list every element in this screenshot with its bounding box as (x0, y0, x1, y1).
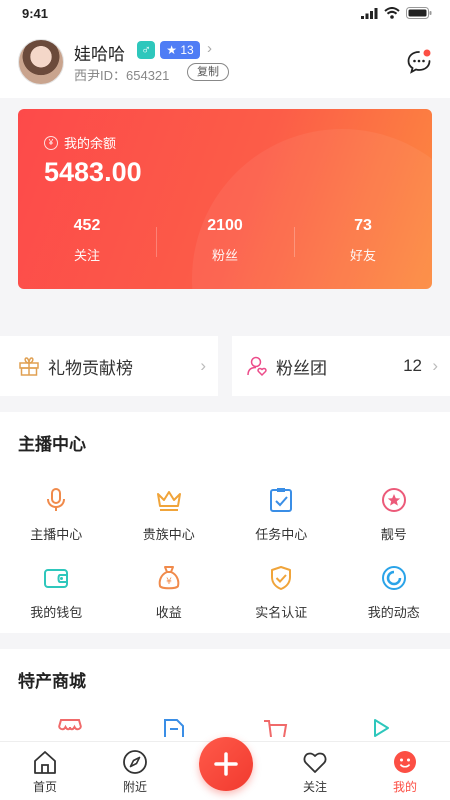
document-icon[interactable] (161, 717, 187, 737)
grid-item-task-center[interactable]: 任务中心 (225, 480, 338, 558)
grid-label: 实名认证 (255, 605, 308, 620)
tab-following-label: 关注 (302, 780, 327, 794)
grid-item-anchor-center[interactable]: 主播中心 (0, 480, 113, 558)
copy-id-button[interactable]: 复制 (187, 63, 229, 81)
stat-fans-label: 粉丝 (211, 248, 238, 263)
coin-icon: ¥ (44, 135, 58, 150)
grid-label: 我的钱包 (30, 605, 83, 620)
stat-friends-count: 73 (354, 217, 372, 234)
signal-icon (361, 7, 378, 19)
crown-icon (156, 491, 181, 511)
stat-following-count: 452 (73, 217, 101, 234)
profile-header[interactable]: 娃哈哈 ♂ ★ 13 › 西尹ID：654321 复制 (0, 26, 450, 98)
grid-item-vip-number[interactable]: 靓号 (338, 480, 450, 558)
specialty-mall-section: 特产商城 (0, 649, 450, 741)
svg-text:¥: ¥ (166, 577, 172, 587)
heart-icon (303, 752, 327, 773)
publish-button[interactable] (199, 737, 253, 791)
grid-item-earnings[interactable]: ¥ 收益 (113, 558, 226, 636)
verified-shield-icon (271, 566, 292, 590)
play-icon[interactable] (368, 717, 394, 737)
stats-row: 452 关注 2100 粉丝 73 好友 (18, 217, 432, 271)
tab-nearby[interactable]: 附近 (90, 742, 180, 800)
anchor-center-title: 主播中心 (18, 435, 86, 454)
avatar[interactable] (18, 39, 64, 85)
stat-fans[interactable]: 2100 粉丝 (156, 217, 294, 271)
grid-item-my-wallet[interactable]: 我的钱包 (0, 558, 113, 636)
balance-label: ¥ 我的余额 (44, 133, 116, 152)
grid-label: 任务中心 (255, 527, 308, 542)
grid-item-real-name-auth[interactable]: 实名认证 (225, 558, 338, 636)
fan-club-count: 12 (403, 356, 422, 375)
tab-nearby-label: 附近 (122, 780, 147, 794)
anchor-center-section: 主播中心 主播中心 贵族中心 任务中心 靓号 我的钱包 ¥ 收益 实名认证 我的… (0, 412, 450, 633)
balance-card[interactable]: ¥ 我的余额 5483.00 452 关注 2100 粉丝 73 好友 (18, 109, 432, 289)
stat-following-label: 关注 (73, 248, 100, 263)
user-id: 西尹ID：654321 (74, 68, 170, 83)
gender-male-icon: ♂ (137, 41, 155, 59)
grid-label: 收益 (155, 605, 182, 620)
status-time: 9:41 (22, 5, 49, 21)
tab-mine[interactable]: 我的 (360, 742, 450, 800)
level-badge: ★ 13 (160, 41, 200, 59)
tab-mine-label: 我的 (392, 780, 417, 794)
gift-icon (19, 357, 39, 376)
chevron-right-icon: › (432, 356, 438, 375)
balance-value: 5483.00 (44, 157, 142, 187)
nickname: 娃哈哈 (74, 45, 125, 64)
fan-club-card[interactable]: 粉丝团 12 › (232, 336, 450, 396)
wallet-icon (44, 569, 69, 588)
fan-club-icon (247, 356, 267, 377)
status-icons (361, 7, 432, 19)
grid-item-my-moments[interactable]: 我的动态 (338, 558, 450, 636)
grid-label: 我的动态 (367, 605, 420, 620)
stat-fans-count: 2100 (207, 217, 243, 234)
chevron-right-icon: › (200, 356, 206, 375)
grid-label: 贵族中心 (142, 527, 195, 542)
message-icon[interactable] (406, 48, 432, 74)
plus-icon (214, 752, 238, 776)
stat-friends[interactable]: 73 好友 (294, 217, 432, 271)
chevron-right-icon[interactable]: › (207, 40, 212, 57)
home-icon (34, 751, 56, 774)
status-bar: 9:41 (0, 0, 450, 26)
grid-label: 主播中心 (30, 527, 83, 542)
cart-icon[interactable] (262, 717, 290, 737)
fan-club-label: 粉丝团 (276, 358, 327, 378)
compass-icon (123, 750, 147, 774)
shop-icon[interactable] (56, 717, 84, 737)
profile-face-icon (394, 751, 416, 773)
stat-friends-label: 好友 (349, 248, 376, 263)
grid-label: 靓号 (380, 527, 407, 542)
stat-following[interactable]: 452 关注 (18, 217, 156, 271)
moments-icon (381, 566, 406, 590)
anchor-center-grid: 主播中心 贵族中心 任务中心 靓号 我的钱包 ¥ 收益 实名认证 我的动态 (0, 480, 450, 636)
microphone-icon (47, 488, 66, 511)
star-badge-icon (381, 488, 406, 512)
gift-ranking-label: 礼物贡献榜 (48, 358, 133, 378)
gift-ranking-card[interactable]: 礼物贡献榜 › (0, 336, 218, 396)
specialty-mall-title: 特产商城 (18, 672, 86, 691)
grid-item-noble-center[interactable]: 贵族中心 (113, 480, 226, 558)
money-bag-icon: ¥ (158, 566, 180, 590)
balance-label-text: 我的余额 (64, 136, 117, 151)
tab-home[interactable]: 首页 (0, 742, 90, 800)
wifi-icon (384, 7, 400, 19)
battery-icon (406, 7, 432, 19)
level-number: 13 (180, 43, 194, 57)
tab-following[interactable]: 关注 (270, 742, 360, 800)
tab-home-label: 首页 (32, 780, 57, 794)
task-icon (270, 488, 293, 512)
